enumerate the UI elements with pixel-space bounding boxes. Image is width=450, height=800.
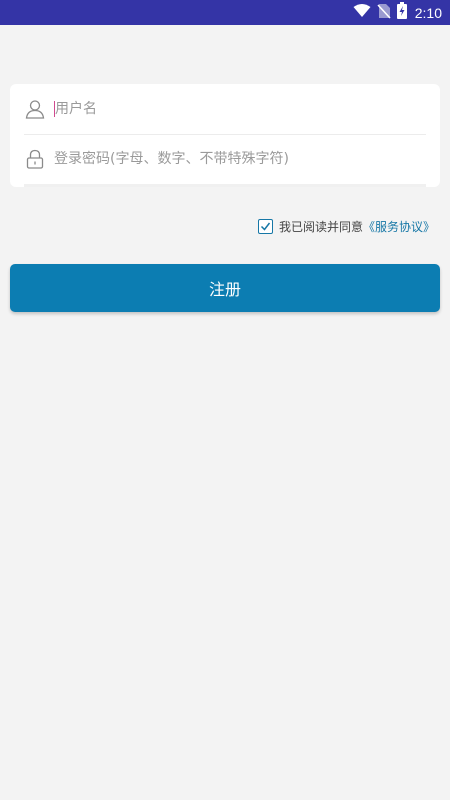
no-sim-icon <box>377 3 391 23</box>
login-form-card <box>10 84 440 187</box>
checkmark-icon <box>260 222 271 231</box>
username-input[interactable] <box>55 94 415 124</box>
service-agreement-link[interactable]: 《服务协议》 <box>363 218 435 235</box>
agreement-row: 我已阅读并同意 《服务协议》 <box>257 218 435 235</box>
agreement-text: 我已阅读并同意 <box>278 220 363 234</box>
status-icons: 2:10 <box>353 0 442 25</box>
register-button[interactable]: 注册 <box>10 264 440 312</box>
password-field <box>10 134 440 184</box>
user-icon <box>24 98 46 120</box>
lock-icon <box>24 148 46 170</box>
password-input[interactable] <box>54 144 414 174</box>
status-time: 2:10 <box>414 4 442 21</box>
battery-charging-icon <box>396 2 407 23</box>
status-bar: 2:10 <box>0 0 450 25</box>
username-field <box>10 84 440 134</box>
agreement-checkbox[interactable] <box>257 219 273 234</box>
wifi-icon <box>353 3 371 22</box>
form-bottom-divider <box>24 184 426 187</box>
